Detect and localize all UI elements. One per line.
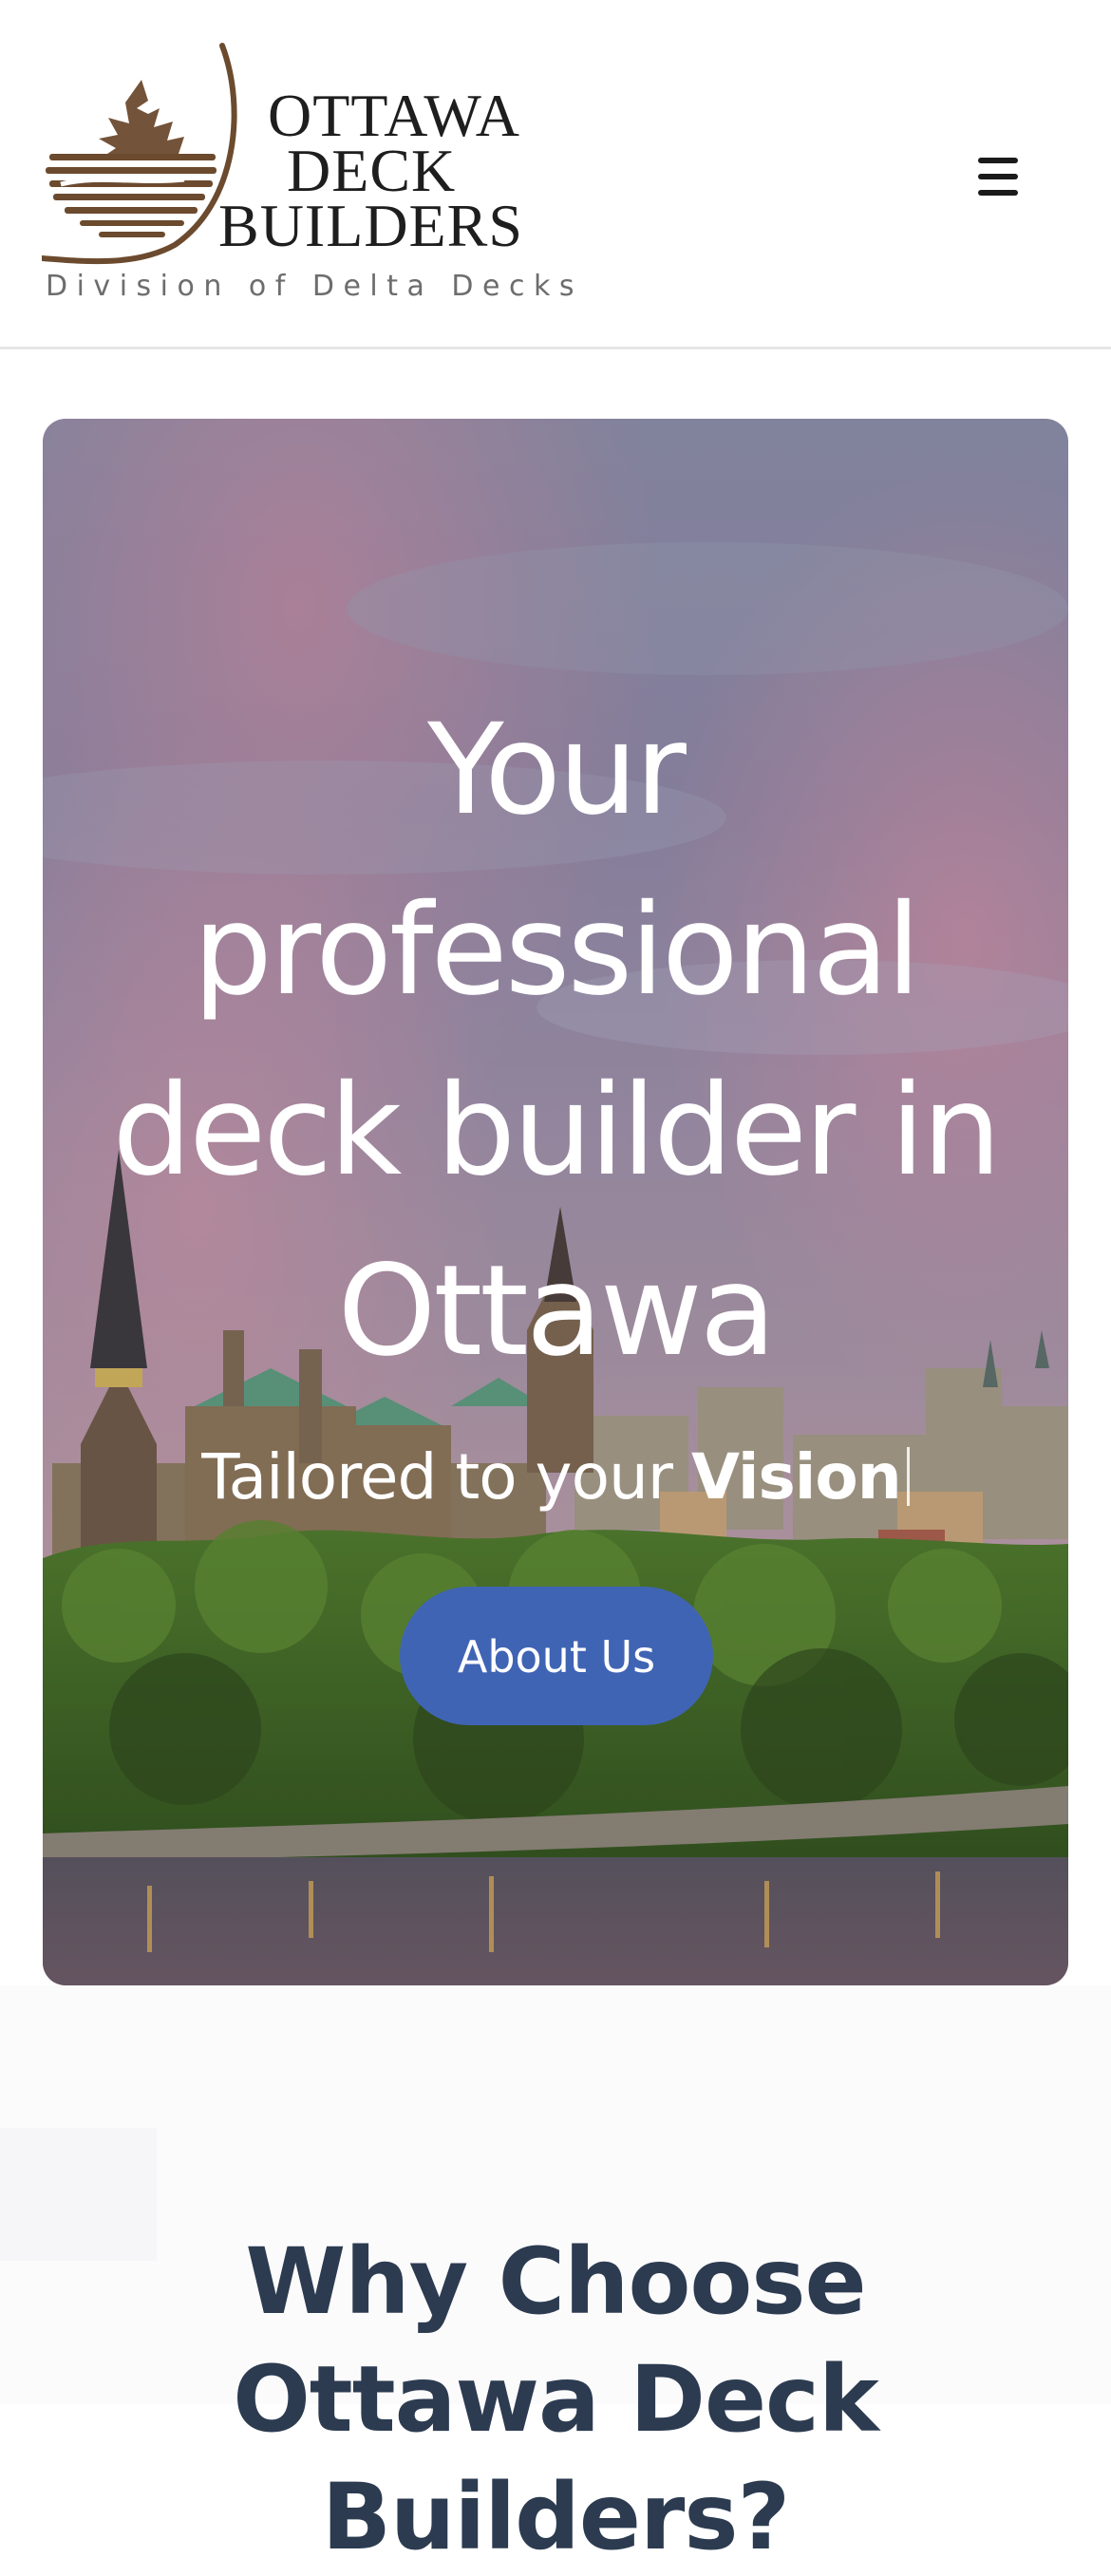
hero-subtitle-prefix: Tailored to your (201, 1440, 691, 1514)
typing-caret (906, 1447, 910, 1506)
menu-button[interactable] (963, 148, 1033, 205)
why-choose-section: Why Choose Ottawa Deck Builders? (0, 1985, 1111, 2570)
logo-tagline: Division of Delta Decks (46, 270, 583, 303)
site-logo[interactable]: OTTAWA DECK BUILDERS Division of Delta D… (42, 42, 574, 317)
maple-leaf-logo-icon (42, 43, 237, 265)
hero-title: Your professional deck builder in Ottawa (112, 697, 1001, 1384)
logo-line-3: BUILDERS (218, 192, 523, 259)
about-us-button[interactable]: About Us (400, 1587, 713, 1725)
logo-line-1: OTTAWA (268, 82, 520, 149)
hero-banner: Your professional deck builder in Ottawa… (43, 419, 1068, 1985)
logo-line-2: DECK (287, 137, 457, 204)
hamburger-icon (978, 158, 1018, 196)
hero-subtitle: Tailored to your Vision (81, 1435, 1030, 1520)
hero-subtitle-highlight: Vision (690, 1440, 902, 1514)
why-choose-heading: Why Choose Ottawa Deck Builders? (233, 2228, 879, 2570)
site-header: OTTAWA DECK BUILDERS Division of Delta D… (0, 0, 1111, 349)
